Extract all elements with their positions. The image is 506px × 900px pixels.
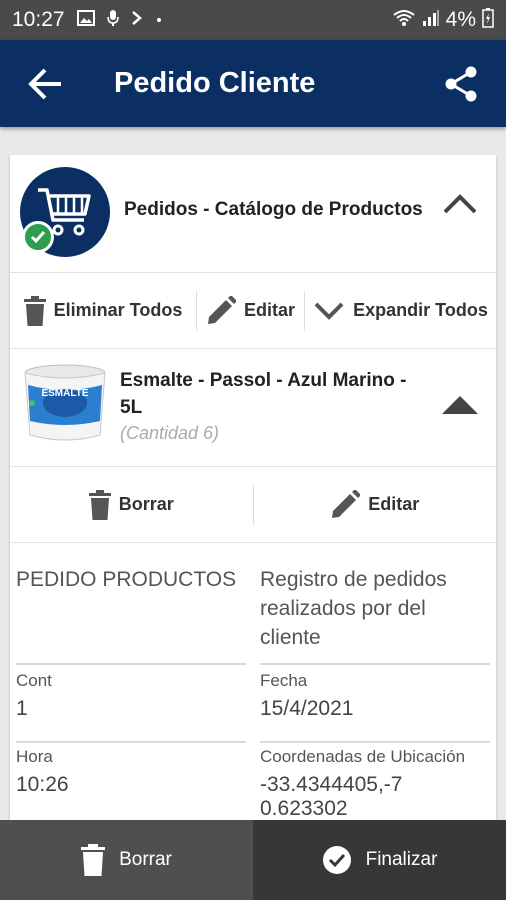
edit-catalog-label: Editar: [243, 300, 295, 320]
edit-product-button[interactable]: Editar: [254, 483, 497, 527]
field-coordenadas[interactable]: Coordenadas de Ubicación -33.4344405,-70…: [260, 747, 490, 820]
coords-value: -33.4344405,-70.623302: [260, 773, 403, 820]
divider: [16, 663, 246, 665]
fecha-label: Fecha: [260, 671, 308, 690]
chevron-down-icon: [314, 302, 344, 320]
delete-order-label: Borrar: [119, 849, 172, 870]
check-badge-icon: [22, 221, 54, 253]
pencil-icon: [207, 295, 236, 324]
microphone-icon: [106, 9, 119, 31]
edit-catalog-button[interactable]: Editar: [197, 289, 304, 333]
divider: [260, 663, 490, 665]
bottom-action-bar: Borrar Finalizar: [0, 820, 506, 900]
status-time: 10:27: [12, 8, 65, 31]
product-quantity: (Cantidad 6): [120, 423, 220, 443]
cont-value: 1: [16, 697, 28, 720]
delete-product-button[interactable]: Borrar: [10, 483, 253, 527]
dot-icon: [155, 12, 163, 28]
status-bar: 10:27 4%: [0, 0, 506, 40]
delete-all-button[interactable]: Eliminar Todos: [10, 289, 196, 333]
edit-product-label: Editar: [368, 494, 420, 514]
expand-all-button[interactable]: Expandir Todos: [305, 289, 496, 333]
divider: [16, 741, 246, 743]
battery-icon: [482, 8, 494, 32]
section-description: Registro de pedidos realizados por del c…: [260, 568, 447, 649]
trash-icon: [23, 295, 46, 326]
app-bar: Pedido Cliente: [0, 40, 506, 127]
pencil-icon: [332, 489, 361, 518]
gallery-icon: [76, 10, 95, 30]
fecha-value: 15/4/2021: [260, 697, 354, 720]
collapse-button[interactable]: [442, 193, 478, 220]
chevron-up-icon: [443, 194, 477, 214]
arrow-left-icon: [28, 68, 61, 99]
delete-product-label: Borrar: [118, 494, 174, 514]
delete-all-label: Eliminar Todos: [53, 300, 183, 320]
catalog-title: Pedidos - Catálogo de Productos: [124, 199, 423, 220]
expand-all-label: Expandir Todos: [353, 300, 488, 320]
bucket-label: ESMALTE: [41, 388, 88, 399]
share-icon: [445, 66, 477, 101]
coords-label: Coordenadas de Ubicación: [260, 747, 466, 766]
content-area[interactable]: Pedidos - Catálogo de Productos Eliminar…: [0, 127, 506, 820]
signal-icon: [422, 9, 440, 31]
paint-bucket-image: ESMALTE: [24, 364, 106, 441]
product-toolbar: Borrar Editar: [10, 467, 496, 543]
hora-value: 10:26: [16, 773, 69, 796]
finish-label: Finalizar: [365, 849, 438, 870]
page-title: Pedido Cliente: [114, 67, 316, 99]
trash-icon: [88, 489, 111, 520]
hora-label: Hora: [16, 747, 53, 766]
cont-label: Cont: [16, 671, 52, 690]
battery-percent: 4%: [445, 8, 476, 31]
product-row[interactable]: ESMALTE Esmalte - Passol - Azul Marino -…: [10, 349, 496, 467]
section-title: PEDIDO PRODUCTOS: [16, 568, 237, 591]
catalog-toolbar: Eliminar Todos Editar Expandir Todos: [10, 273, 496, 349]
check-circle-icon: [322, 846, 351, 874]
trash-icon: [81, 844, 106, 876]
field-cont[interactable]: Cont 1: [16, 671, 246, 721]
divider: [260, 741, 490, 743]
product-collapse-button[interactable]: [442, 395, 478, 420]
order-card: Pedidos - Catálogo de Productos Eliminar…: [10, 155, 496, 820]
share-button[interactable]: [416, 40, 506, 127]
chevron-right-icon: [131, 10, 143, 30]
wifi-icon: [392, 9, 416, 31]
field-fecha[interactable]: Fecha 15/4/2021: [260, 671, 490, 721]
field-hora[interactable]: Hora 10:26: [16, 747, 246, 797]
catalog-header[interactable]: Pedidos - Catálogo de Productos: [10, 155, 496, 273]
caret-up-icon: [442, 396, 478, 414]
product-name: Esmalte - Passol - Azul Marino - 5L: [120, 370, 407, 418]
back-button[interactable]: [0, 40, 90, 127]
delete-order-button[interactable]: Borrar: [0, 820, 253, 900]
finish-button[interactable]: Finalizar: [253, 820, 506, 900]
